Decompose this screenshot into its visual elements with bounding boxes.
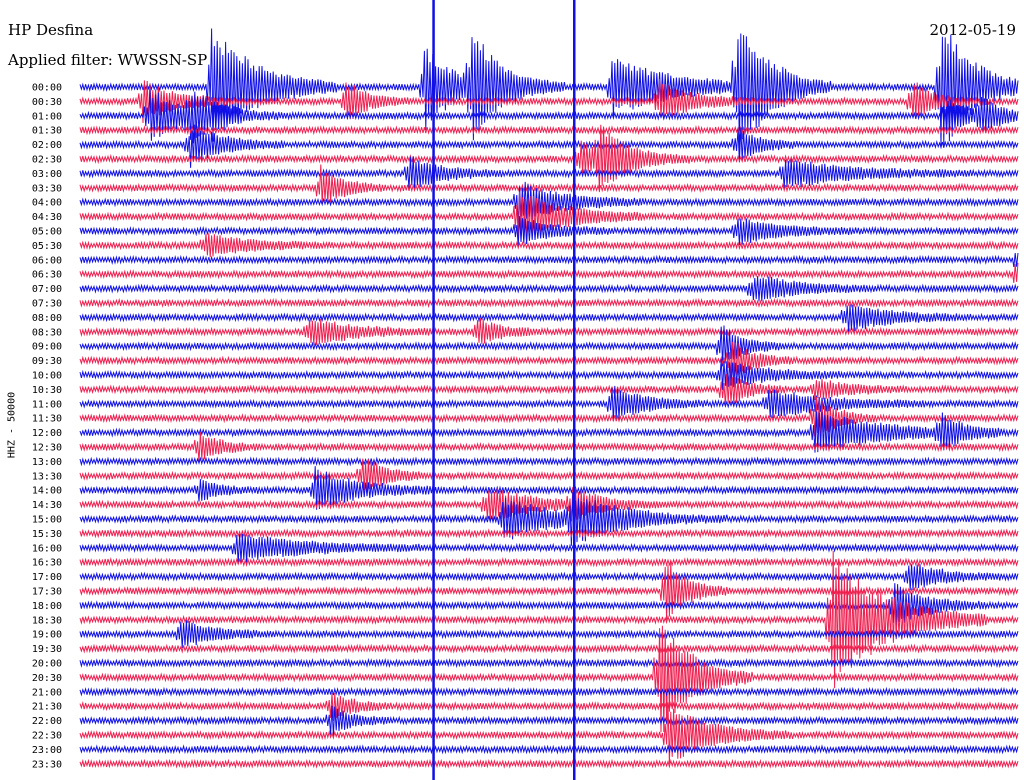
- row-time-label: 17:00: [32, 572, 62, 583]
- row-time-label: 22:30: [32, 731, 62, 742]
- spike-line: [573, 0, 576, 780]
- row-time-label: 23:00: [32, 745, 62, 756]
- seismic-trace: [79, 304, 1019, 333]
- seismic-trace: [79, 686, 1019, 697]
- row-time-label: 19:30: [32, 644, 62, 655]
- row-time-label: 03:00: [32, 169, 62, 180]
- seismic-trace: [79, 643, 1019, 654]
- row-time-label: 19:00: [32, 630, 62, 641]
- row-time-label: 11:00: [32, 399, 62, 410]
- row-time-label: 15:00: [32, 515, 62, 526]
- row-time-label: 13:00: [32, 457, 62, 468]
- row-time-label: 11:30: [32, 414, 62, 425]
- seismic-trace: [79, 758, 1019, 769]
- row-time-label: 02:00: [32, 140, 62, 151]
- row-time-label: 20:30: [32, 673, 62, 684]
- seismic-trace: [79, 692, 1019, 722]
- row-time-label: 00:00: [32, 83, 62, 94]
- row-time-label: 08:00: [32, 313, 62, 324]
- seismic-trace: [79, 492, 1019, 546]
- row-time-label: 17:30: [32, 587, 62, 598]
- seismic-trace: [79, 276, 1019, 302]
- row-time-label: 07:30: [32, 299, 62, 310]
- row-time-label: 23:30: [32, 759, 62, 770]
- row-time-label: 05:30: [32, 241, 62, 252]
- row-time-label: 07:00: [32, 284, 62, 295]
- row-time-label: 06:30: [32, 270, 62, 281]
- row-time-label: 10:30: [32, 385, 62, 396]
- seismic-trace: [79, 625, 1019, 733]
- row-time-label: 00:30: [32, 97, 62, 108]
- row-time-label: 09:00: [32, 342, 62, 353]
- seismic-trace: [79, 528, 1019, 539]
- row-time-label: 21:00: [32, 687, 62, 698]
- seismic-trace: [79, 705, 1019, 737]
- seismic-trace: [79, 703, 1019, 764]
- row-time-label: 18:30: [32, 615, 62, 626]
- seismic-trace: [79, 125, 1019, 136]
- row-time-label: 04:30: [32, 212, 62, 223]
- row-time-label: 12:00: [32, 428, 62, 439]
- row-time-label: 12:30: [32, 443, 62, 454]
- row-time-label: 16:30: [32, 558, 62, 569]
- row-time-label: 14:30: [32, 500, 62, 511]
- row-time-label: 22:00: [32, 716, 62, 727]
- row-time-label: 16:00: [32, 543, 62, 554]
- seismic-trace: [79, 164, 1019, 205]
- row-time-label: 05:00: [32, 227, 62, 238]
- seismic-trace: [79, 252, 1019, 267]
- row-time-label: 04:00: [32, 198, 62, 209]
- row-time-label: 20:00: [32, 659, 62, 670]
- row-time-label: 18:00: [32, 601, 62, 612]
- seismic-trace: [79, 28, 1019, 156]
- row-time-label: 21:30: [32, 702, 62, 713]
- seismic-trace: [79, 297, 1019, 309]
- row-time-label: 01:30: [32, 126, 62, 137]
- seismic-trace: [79, 124, 1019, 192]
- seismic-trace: [79, 550, 1019, 689]
- seismic-trace: [79, 456, 1019, 467]
- row-time-label: 01:00: [32, 111, 62, 122]
- row-time-label: 06:00: [32, 255, 62, 266]
- seismic-trace: [79, 564, 1019, 591]
- helicorder-plot: 00:00 00:30 01:00 01:30 02:00 02:30 03:00 03:30…: [32, 0, 1019, 780]
- row-time-label: 14:00: [32, 486, 62, 497]
- row-time-label: 09:30: [32, 356, 62, 367]
- seismic-trace: [79, 657, 1019, 669]
- seismic-trace: [79, 744, 1019, 755]
- row-time-label: 13:30: [32, 471, 62, 482]
- row-time-label: 03:30: [32, 183, 62, 194]
- seismic-trace: [79, 533, 1019, 565]
- seismic-trace: [79, 262, 1019, 283]
- row-time-label: 10:00: [32, 371, 62, 382]
- row-time-label: 02:30: [32, 155, 62, 166]
- row-time-label: 15:30: [32, 529, 62, 540]
- row-time-label: 08:30: [32, 327, 62, 338]
- seismic-trace: [79, 557, 1019, 568]
- spike-line: [432, 0, 435, 780]
